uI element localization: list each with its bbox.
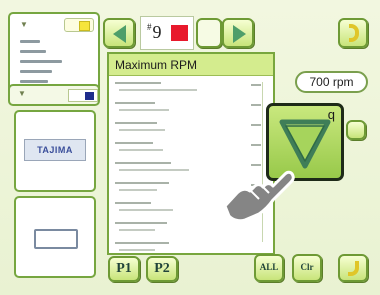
settings-row[interactable] (115, 100, 269, 120)
needle-indicator: #9 (140, 16, 194, 50)
arrow-left-icon (113, 25, 126, 43)
pointing-hand-icon (223, 170, 295, 222)
next-needle-button[interactable] (222, 18, 254, 48)
confirm-button[interactable] (338, 254, 368, 282)
rpm-value-display: 700 rpm (295, 71, 368, 93)
design-preview-logo[interactable]: TAJIMA (14, 110, 96, 192)
thread-color-row: ▼ (8, 84, 100, 106)
page-1-button[interactable]: P1 (108, 256, 140, 282)
needle-hash: # (147, 22, 152, 32)
speed-up-button[interactable] (346, 120, 366, 140)
tajima-logo: TAJIMA (24, 139, 86, 161)
dialog-title: Maximum RPM (109, 54, 273, 76)
clear-label: Clr (300, 262, 314, 272)
all-button[interactable]: ALL (254, 254, 284, 282)
blue-thread-chip[interactable] (68, 89, 98, 102)
design-info-panel: ▼ (8, 12, 100, 94)
design-preview-frame[interactable] (14, 196, 96, 278)
triangle-icon: ▼ (18, 89, 26, 98)
frame-shape-icon (34, 229, 78, 249)
settings-row[interactable] (115, 220, 269, 240)
page-2-button[interactable]: P2 (146, 256, 178, 282)
embroidery-machine-screen: ▼ ▼ TAJIMA #9 Maximum RPM 700 rpm q P1 P… (0, 0, 380, 295)
yellow-thread-chip[interactable] (64, 18, 94, 32)
clear-button[interactable]: Clr (292, 254, 322, 282)
previous-needle-button[interactable] (103, 18, 135, 48)
return-arrow-icon (349, 24, 359, 42)
needle-number: #9 (147, 22, 162, 43)
return-button[interactable] (338, 18, 368, 48)
needle-number-value: 9 (152, 22, 162, 42)
all-label: ALL (259, 262, 279, 272)
confirm-arrow-icon (348, 261, 359, 276)
arrow-right-icon (233, 25, 246, 43)
settings-row[interactable] (115, 120, 269, 140)
p1-label: P1 (116, 261, 132, 276)
needle-color-swatch (171, 25, 188, 41)
settings-row[interactable] (115, 80, 269, 100)
p2-label: P2 (154, 261, 170, 276)
design-info-lines (20, 40, 90, 90)
triangle-icon: ▼ (20, 20, 28, 29)
needle-blank-button[interactable] (196, 18, 222, 48)
